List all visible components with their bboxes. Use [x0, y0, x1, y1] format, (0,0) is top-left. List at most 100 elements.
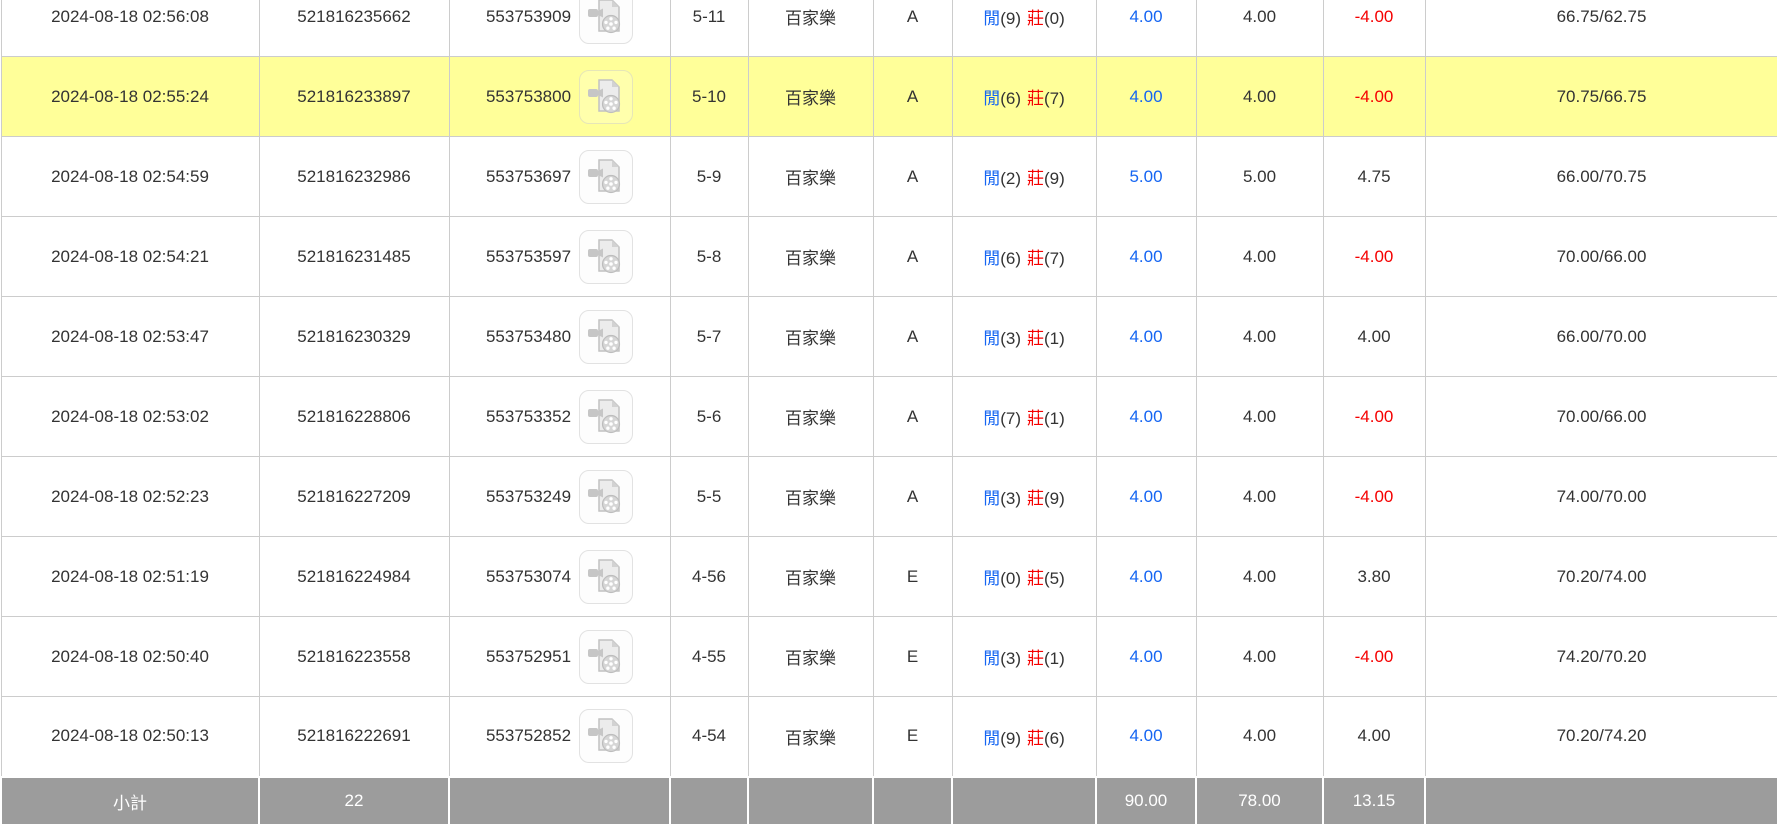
bet-amount-link[interactable]: 4.00 — [1129, 7, 1162, 26]
video-replay-button[interactable] — [579, 310, 633, 364]
bet-amount-link[interactable]: 4.00 — [1129, 726, 1162, 745]
bet-time: 2024-08-18 02:53:47 — [1, 297, 259, 377]
player-label: 閒 — [983, 649, 1000, 668]
balance: 70.20/74.00 — [1425, 537, 1777, 617]
game-type: 百家樂 — [748, 137, 873, 217]
records-tbody: 2024-08-18 02:56:08 521816235662 5537539… — [1, 0, 1777, 777]
valid-bet: 4.00 — [1196, 57, 1323, 137]
win-loss: 3.80 — [1323, 537, 1425, 617]
banker-score: (5) — [1044, 569, 1065, 588]
table-code: E — [873, 697, 952, 777]
game-id: 553753909 — [486, 7, 571, 27]
table-code: A — [873, 57, 952, 137]
game-type: 百家樂 — [748, 617, 873, 697]
bet-amount-link[interactable]: 4.00 — [1129, 87, 1162, 106]
banker-label: 莊 — [1027, 89, 1044, 108]
bet-amount-link[interactable]: 4.00 — [1129, 567, 1162, 586]
valid-bet: 4.00 — [1196, 377, 1323, 457]
video-replay-button[interactable] — [579, 150, 633, 204]
game-type: 百家樂 — [748, 537, 873, 617]
banker-label: 莊 — [1027, 569, 1044, 588]
banker-score: (1) — [1044, 409, 1065, 428]
player-label: 閒 — [983, 569, 1000, 588]
video-replay-button[interactable] — [579, 0, 633, 44]
game-result: 閒(9)莊(0) — [952, 0, 1096, 57]
win-loss: -4.00 — [1323, 377, 1425, 457]
player-score: (6) — [1000, 89, 1021, 108]
table-row: 2024-08-18 02:54:21 521816231485 5537535… — [1, 217, 1777, 297]
bet-amount-link[interactable]: 4.00 — [1129, 487, 1162, 506]
balance: 66.00/70.00 — [1425, 297, 1777, 377]
bet-amount-link[interactable]: 4.00 — [1129, 647, 1162, 666]
game-id-cell: 553753597 — [449, 217, 670, 297]
balance: 74.00/70.00 — [1425, 457, 1777, 537]
video-film-icon — [586, 557, 626, 597]
balance: 70.00/66.00 — [1425, 217, 1777, 297]
shoe-round: 4-54 — [670, 697, 748, 777]
game-type: 百家樂 — [748, 457, 873, 537]
bet-id: 521816228806 — [259, 377, 449, 457]
video-replay-button[interactable] — [579, 709, 633, 763]
bet-amount-link[interactable]: 5.00 — [1129, 167, 1162, 186]
game-id: 553753074 — [486, 567, 571, 587]
bet-records-viewport: 2024-08-18 02:56:08 521816235662 5537539… — [0, 0, 1777, 824]
table-row: 2024-08-18 02:55:24 521816233897 5537538… — [1, 57, 1777, 137]
balance: 70.00/66.00 — [1425, 377, 1777, 457]
bet-id: 521816232986 — [259, 137, 449, 217]
game-id: 553753480 — [486, 327, 571, 347]
video-film-icon — [586, 637, 626, 677]
bet-time: 2024-08-18 02:54:21 — [1, 217, 259, 297]
game-id: 553753697 — [486, 167, 571, 187]
table-row: 2024-08-18 02:50:40 521816223558 5537529… — [1, 617, 1777, 697]
game-id: 553753249 — [486, 487, 571, 507]
video-replay-button[interactable] — [579, 550, 633, 604]
bet-id: 521816227209 — [259, 457, 449, 537]
banker-score: (9) — [1044, 169, 1065, 188]
game-id-cell: 553752951 — [449, 617, 670, 697]
player-label: 閒 — [983, 489, 1000, 508]
game-id-cell: 553753074 — [449, 537, 670, 617]
game-type: 百家樂 — [748, 697, 873, 777]
shoe-round: 4-56 — [670, 537, 748, 617]
player-score: (0) — [1000, 569, 1021, 588]
video-replay-button[interactable] — [579, 230, 633, 284]
video-film-icon — [586, 317, 626, 357]
banker-label: 莊 — [1027, 249, 1044, 268]
table-row: 2024-08-18 02:50:13 521816222691 5537528… — [1, 697, 1777, 777]
shoe-round: 4-55 — [670, 617, 748, 697]
shoe-round: 5-8 — [670, 217, 748, 297]
bet-amount-link[interactable]: 4.00 — [1129, 327, 1162, 346]
video-replay-button[interactable] — [579, 390, 633, 444]
bet-amount-cell: 4.00 — [1096, 617, 1196, 697]
valid-bet: 4.00 — [1196, 617, 1323, 697]
balance: 74.20/70.20 — [1425, 617, 1777, 697]
bet-amount-cell: 4.00 — [1096, 57, 1196, 137]
game-result: 閒(9)莊(6) — [952, 697, 1096, 777]
bet-amount-link[interactable]: 4.00 — [1129, 247, 1162, 266]
game-id: 553752852 — [486, 726, 571, 746]
player-score: (3) — [1000, 329, 1021, 348]
banker-score: (1) — [1044, 649, 1065, 668]
table-code: A — [873, 0, 952, 57]
video-replay-button[interactable] — [579, 470, 633, 524]
video-replay-button[interactable] — [579, 70, 633, 124]
video-replay-button[interactable] — [579, 630, 633, 684]
balance: 66.75/62.75 — [1425, 0, 1777, 57]
subtotal-valid-total: 78.00 — [1196, 777, 1323, 824]
game-result: 閒(0) 莊(5) — [952, 537, 1096, 617]
valid-bet: 4.00 — [1196, 537, 1323, 617]
subtotal-label: 小計 — [1, 777, 259, 824]
table-row: 2024-08-18 02:56:08 521816235662 5537539… — [1, 0, 1777, 57]
player-score: (2) — [1000, 169, 1021, 188]
player-score: (3) — [1000, 649, 1021, 668]
valid-bet: 5.00 — [1196, 137, 1323, 217]
banker-score: (0) — [1044, 9, 1065, 28]
bet-id: 521816231485 — [259, 217, 449, 297]
bet-amount-cell: 4.00 — [1096, 217, 1196, 297]
table-code: A — [873, 377, 952, 457]
bet-amount-link[interactable]: 4.00 — [1129, 407, 1162, 426]
bet-time: 2024-08-18 02:53:02 — [1, 377, 259, 457]
video-film-icon — [586, 0, 626, 37]
win-loss: -4.00 — [1323, 617, 1425, 697]
banker-label: 莊 — [1027, 729, 1044, 748]
